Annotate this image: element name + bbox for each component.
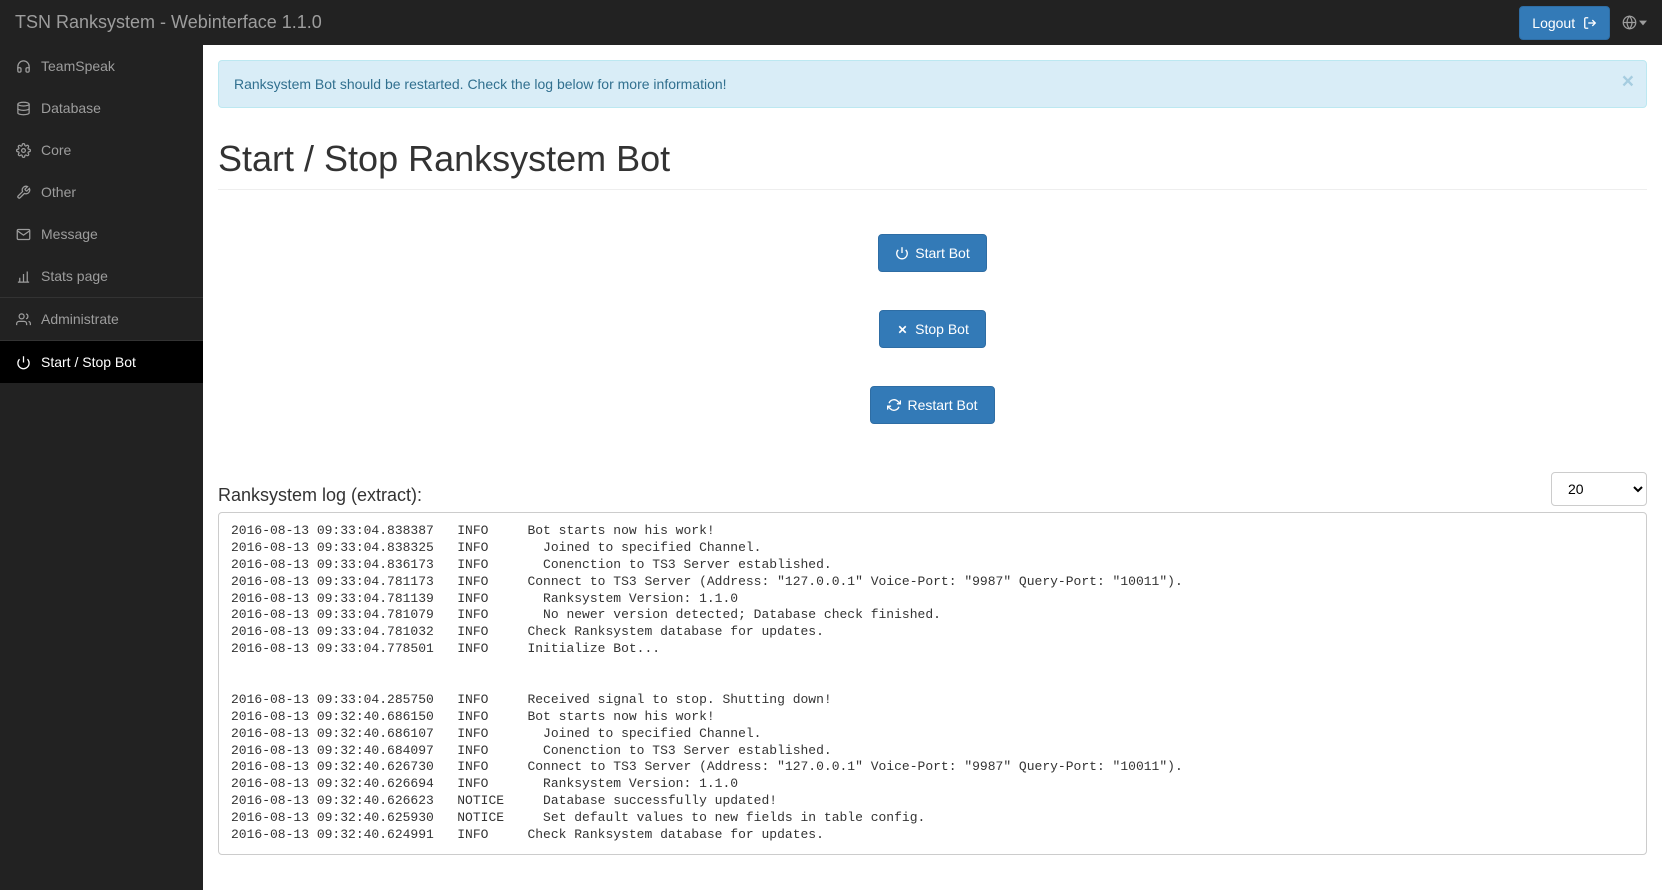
database-icon [15, 101, 31, 116]
logout-label: Logout [1532, 15, 1575, 31]
start-bot-label: Start Bot [915, 245, 969, 261]
log-header-row: Ranksystem log (extract): 20 [218, 472, 1647, 506]
sidebar-item-administrate[interactable]: Administrate [0, 298, 203, 340]
sidebar-item-label: Message [41, 226, 98, 242]
start-bot-button[interactable]: Start Bot [878, 234, 986, 272]
alert-text: Ranksystem Bot should be restarted. Chec… [234, 76, 727, 92]
sidebar: TeamSpeak Database Core Other Message [0, 45, 203, 890]
sidebar-item-label: Other [41, 184, 76, 200]
sidebar-item-core[interactable]: Core [0, 129, 203, 171]
logout-button[interactable]: Logout [1519, 6, 1610, 40]
navbar-brand[interactable]: TSN Ranksystem - Webinterface 1.1.0 [15, 12, 322, 33]
navbar-right: Logout [1519, 6, 1647, 40]
sidebar-item-label: Database [41, 100, 101, 116]
sidebar-item-database[interactable]: Database [0, 87, 203, 129]
sidebar-item-label: TeamSpeak [41, 58, 115, 74]
close-icon [896, 323, 909, 336]
users-icon [15, 312, 31, 327]
power-icon [15, 355, 31, 370]
caret-down-icon [1639, 19, 1647, 27]
stop-bot-button[interactable]: Stop Bot [879, 310, 986, 348]
sidebar-item-label: Start / Stop Bot [41, 354, 136, 370]
sidebar-item-label: Administrate [41, 311, 119, 327]
bot-action-buttons: Start Bot Stop Bot Restart Bot [218, 210, 1647, 460]
main-content: Ranksystem Bot should be restarted. Chec… [203, 45, 1662, 890]
sidebar-item-teamspeak[interactable]: TeamSpeak [0, 45, 203, 87]
sidebar-item-start-stop-bot[interactable]: Start / Stop Bot [0, 341, 203, 383]
alert-close-button[interactable]: × [1622, 71, 1634, 92]
wrench-icon [15, 185, 31, 200]
bar-chart-icon [15, 269, 31, 284]
restart-bot-button[interactable]: Restart Bot [870, 386, 994, 424]
headphones-icon [15, 59, 31, 74]
refresh-icon [887, 398, 901, 412]
alert-restart-info: Ranksystem Bot should be restarted. Chec… [218, 60, 1647, 108]
sidebar-item-stats-page[interactable]: Stats page [0, 255, 203, 297]
log-output-box[interactable]: 2016-08-13 09:33:04.838387 INFO Bot star… [218, 512, 1647, 855]
sidebar-item-label: Stats page [41, 268, 108, 284]
restart-bot-label: Restart Bot [907, 397, 977, 413]
navbar-top: TSN Ranksystem - Webinterface 1.1.0 Logo… [0, 0, 1662, 45]
envelope-icon [15, 227, 31, 242]
power-icon [895, 246, 909, 260]
sidebar-item-other[interactable]: Other [0, 171, 203, 213]
sign-out-icon [1583, 16, 1597, 30]
log-section-title: Ranksystem log (extract): [218, 485, 422, 506]
stop-bot-label: Stop Bot [915, 321, 969, 337]
page-title: Start / Stop Ranksystem Bot [218, 138, 1647, 190]
language-dropdown[interactable] [1622, 15, 1647, 30]
globe-icon [1622, 15, 1637, 30]
sidebar-item-message[interactable]: Message [0, 213, 203, 255]
cogs-icon [15, 143, 31, 158]
sidebar-item-label: Core [41, 142, 71, 158]
log-lines-select[interactable]: 20 [1551, 472, 1647, 506]
